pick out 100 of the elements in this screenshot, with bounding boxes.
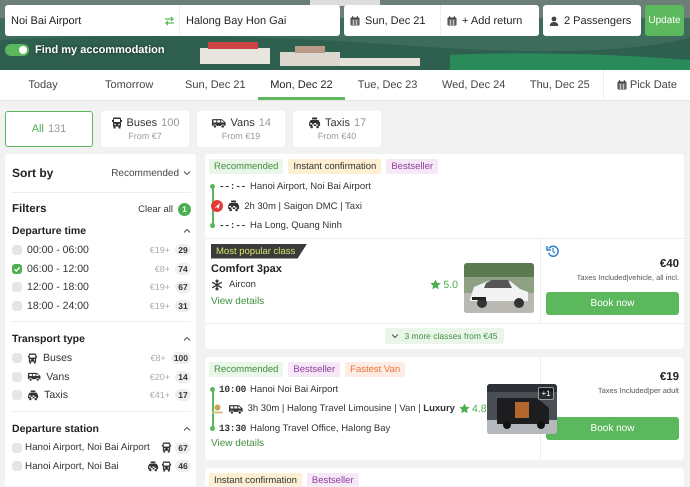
star-icon	[458, 403, 470, 414]
transport-tab[interactable]: Buses 100 From €7	[101, 111, 189, 147]
tag: Bestseller	[288, 362, 340, 376]
snowflake-icon	[211, 278, 223, 290]
tab-price: From €19	[222, 131, 260, 141]
filter-option-label: 06:00 - 12:00	[27, 262, 89, 275]
departure-place: Hanoi Airport, Noi Bai Airport	[250, 181, 371, 192]
rating-value: 5.0	[443, 278, 458, 290]
view-details-link[interactable]: View details	[211, 438, 264, 449]
sort-label: Sort by	[12, 166, 54, 180]
filter-option-label: 18:00 - 24:00	[27, 300, 89, 312]
calendar-icon	[350, 16, 360, 26]
tab-label: Taxis	[324, 117, 350, 129]
tag: Bestseller	[386, 159, 438, 174]
tab-price: From €40	[318, 131, 356, 141]
tab-label: Buses	[126, 117, 158, 129]
emblem-logo-icon	[211, 402, 224, 415]
arrival-time: 13:30	[219, 422, 246, 434]
origin-field[interactable]: Noi Bai Airport	[5, 5, 160, 36]
chevron-down-icon	[391, 332, 400, 338]
checkbox[interactable]	[12, 245, 22, 256]
sort-dropdown[interactable]: Recommended	[111, 168, 191, 178]
chevron-up-icon	[183, 228, 191, 234]
toggle-label: Find my accommodation	[35, 44, 165, 56]
date-tab[interactable]: Tomorrow	[86, 70, 172, 100]
date-tab[interactable]: Thu, Dec 25	[516, 70, 603, 100]
chevron-up-icon	[183, 426, 191, 432]
taxi-icon	[227, 200, 240, 212]
clear-all-link[interactable]: Clear all	[138, 204, 173, 214]
option-count: 67	[175, 442, 191, 454]
option-count: 17	[175, 389, 191, 402]
option-count: 14	[175, 370, 191, 383]
checkbox[interactable]	[12, 390, 22, 400]
tab-label: All	[32, 123, 44, 135]
van-icon	[228, 402, 244, 415]
bus-icon	[161, 460, 172, 472]
option-price: €20+	[150, 372, 170, 382]
tag: Instant confirmation	[209, 472, 302, 486]
checkbox[interactable]	[12, 442, 22, 453]
bus-icon	[27, 352, 38, 364]
filter-option-label: Buses	[43, 352, 72, 364]
date-field[interactable]: Sun, Dec 21	[344, 5, 440, 36]
bus-icon	[161, 442, 172, 454]
person-icon	[549, 16, 559, 26]
chevron-up-icon	[183, 336, 191, 342]
taxi-icon	[146, 460, 159, 472]
more-classes-button[interactable]: 3 more classes from €45	[385, 328, 504, 344]
bus-icon	[110, 117, 123, 129]
transport-tab[interactable]: Vans 14 From €19	[197, 111, 285, 147]
pick-date-button[interactable]: Pick Date	[602, 70, 690, 100]
tab-price: From €7	[128, 131, 162, 141]
return-field[interactable]: + Add return	[440, 5, 539, 36]
filter-option-label: 12:00 - 18:00	[27, 281, 89, 294]
filter-option-label: Vans	[46, 370, 70, 383]
date-tab[interactable]: Wed, Dec 24	[430, 70, 517, 100]
tab-label: Vans	[230, 117, 255, 129]
van-icon	[27, 371, 42, 382]
option-count: 29	[175, 244, 191, 256]
return-value: + Add return	[462, 14, 522, 26]
star-icon	[430, 279, 442, 290]
photo-count-badge: +1	[538, 386, 554, 400]
rating-value: 4.8	[472, 402, 487, 415]
view-details-link[interactable]: View details	[211, 296, 264, 306]
checkbox[interactable]	[12, 264, 22, 274]
van-icon	[210, 117, 227, 129]
date-tab[interactable]: Tue, Dec 23	[344, 70, 431, 100]
tag: Recommended	[209, 159, 284, 174]
option-price: €41+	[150, 390, 170, 400]
checkbox[interactable]	[12, 372, 22, 382]
checkbox[interactable]	[12, 461, 22, 472]
amenity-label: Aircon	[229, 279, 256, 290]
destination-field[interactable]: Halong Bay Hon Gai	[179, 5, 340, 36]
taxi-icon	[27, 390, 40, 401]
option-count: 67	[175, 281, 191, 294]
tag: Bestseller	[306, 472, 359, 486]
refresh-icon	[546, 244, 560, 258]
date-tab[interactable]: Mon, Dec 22	[258, 70, 344, 100]
tab-count: 17	[354, 117, 366, 129]
option-price: €8+	[150, 353, 166, 364]
arrival-time: --:--	[219, 220, 246, 232]
option-count: 31	[175, 300, 191, 312]
passengers-value: 2 Passengers	[564, 14, 632, 26]
transport-tab[interactable]: Taxis 17 From €40	[293, 111, 381, 147]
departure-time: --:--	[219, 181, 246, 192]
trip-info: 3h 30m | Halong Travel Limousine | Van | Luxury	[248, 403, 455, 414]
tab-count: 100	[161, 117, 180, 129]
swap-icon	[164, 16, 175, 26]
accommodation-toggle[interactable]	[5, 44, 29, 56]
departure-time: 10:00	[219, 384, 246, 395]
departure-place: Hanoi Noi Bai Airport	[250, 384, 338, 395]
checkbox[interactable]	[12, 353, 22, 364]
date-tab[interactable]: Today	[0, 70, 86, 100]
checkbox[interactable]	[12, 282, 22, 292]
filter-group-title: Departure station	[12, 422, 99, 434]
date-tab[interactable]: Sun, Dec 21	[172, 70, 258, 100]
tab-count: 14	[258, 117, 272, 129]
tab-count: 131	[48, 123, 66, 135]
calendar-icon	[447, 16, 457, 26]
checkbox[interactable]	[12, 300, 22, 311]
arrival-place: Halong Travel Office, Halong Bay	[250, 422, 390, 434]
